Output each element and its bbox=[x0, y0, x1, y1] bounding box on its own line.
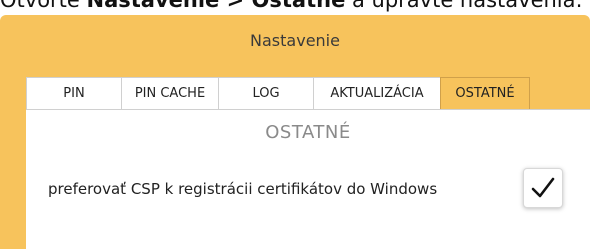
tab-other[interactable]: OSTATNÉ bbox=[440, 77, 530, 109]
tab-panel-other: OSTATNÉ preferovať CSP k registrácii cer… bbox=[26, 109, 590, 249]
instruction-bold-other: Ostatné bbox=[251, 0, 346, 12]
instruction-bold-settings: Nastavenie bbox=[86, 0, 220, 12]
window-title: Nastavenie bbox=[250, 31, 340, 50]
tab-update[interactable]: AKTUALIZÁCIA bbox=[313, 77, 441, 109]
check-icon bbox=[531, 177, 555, 199]
instruction-suffix: a upravte nastavenia: bbox=[345, 0, 583, 12]
prefer-csp-checkbox[interactable] bbox=[523, 168, 563, 208]
page: Otvorte Nastavenie > Ostatné a upravte n… bbox=[0, 0, 603, 249]
tab-pin[interactable]: PIN bbox=[26, 77, 122, 109]
tab-log[interactable]: LOG bbox=[218, 77, 314, 109]
tab-bar: PIN PIN CACHE LOG AKTUALIZÁCIA OSTATNÉ bbox=[26, 77, 530, 109]
instruction-text: Otvorte Nastavenie > Ostatné a upravte n… bbox=[0, 0, 603, 13]
section-title: OSTATNÉ bbox=[265, 122, 351, 143]
tab-pin-cache[interactable]: PIN CACHE bbox=[121, 77, 219, 109]
instruction-separator: > bbox=[219, 0, 252, 12]
instruction-prefix: Otvorte bbox=[0, 0, 87, 12]
settings-window: Nastavenie PIN PIN CACHE LOG AKTUALIZÁCI… bbox=[0, 15, 590, 249]
prefer-csp-label: preferovať CSP k registrácii certifikáto… bbox=[48, 180, 438, 198]
